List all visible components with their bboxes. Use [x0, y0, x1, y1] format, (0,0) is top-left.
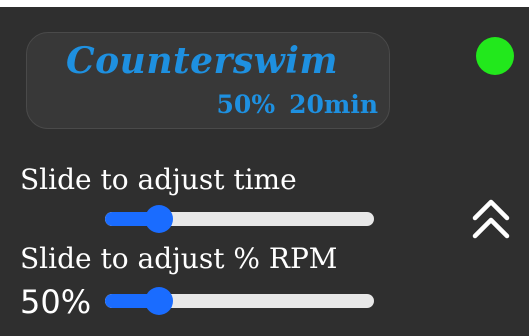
double-chevron-up-icon [472, 199, 510, 239]
time-slider[interactable] [105, 205, 374, 233]
collapse-button[interactable] [468, 194, 514, 244]
rpm-slider-label: Slide to adjust % RPM [20, 242, 338, 275]
time-slider-label: Slide to adjust time [20, 163, 297, 196]
mode-duration: 20min [289, 90, 378, 119]
mode-rpm-percent: 50% [216, 90, 276, 119]
rpm-percent-readout: 50% [20, 283, 92, 321]
top-edge-strip [0, 0, 529, 7]
rpm-slider[interactable] [105, 287, 374, 315]
time-slider-thumb[interactable] [144, 205, 173, 233]
mode-settings-summary: 50% 20min [217, 88, 378, 122]
mode-title: Counterswim [66, 40, 339, 82]
status-indicator-dot [476, 37, 514, 75]
rpm-slider-thumb[interactable] [144, 287, 173, 315]
